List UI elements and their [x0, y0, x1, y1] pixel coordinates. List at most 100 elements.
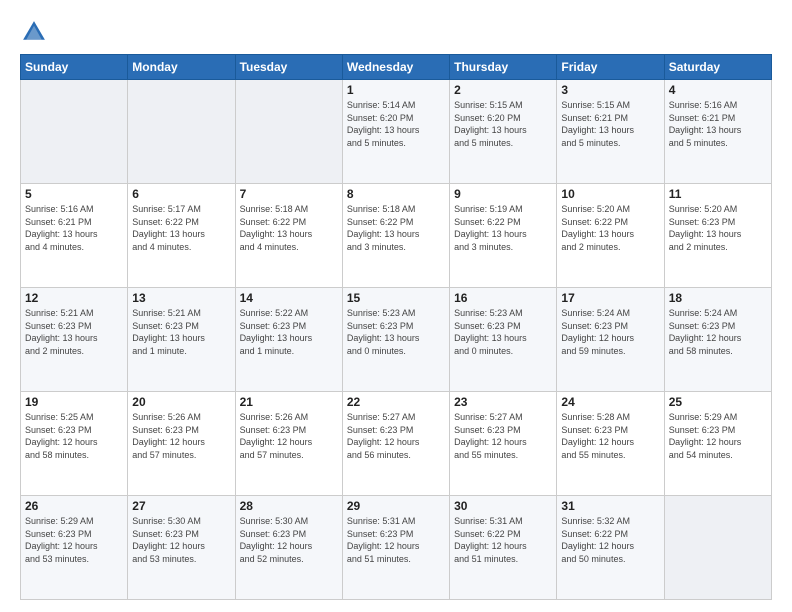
- day-number: 18: [669, 291, 767, 305]
- calendar-cell: 15 Sunrise: 5:23 AM Sunset: 6:23 PM Dayli…: [342, 288, 449, 392]
- day-info: Sunrise: 5:27 AM Sunset: 6:23 PM Dayligh…: [454, 411, 552, 461]
- weekday-header: Friday: [557, 55, 664, 80]
- calendar-cell: 26 Sunrise: 5:29 AM Sunset: 6:23 PM Dayli…: [21, 496, 128, 600]
- day-number: 14: [240, 291, 338, 305]
- calendar-header: SundayMondayTuesdayWednesdayThursdayFrid…: [21, 55, 772, 80]
- calendar-cell: 27Sunrise: 5:30 AM Sunset: 6:23 PM Dayli…: [128, 496, 235, 600]
- day-number: 16: [454, 291, 552, 305]
- day-number: 10: [561, 187, 659, 201]
- calendar-cell: 21 Sunrise: 5:26 AM Sunset: 6:23 PM Dayli…: [235, 392, 342, 496]
- calendar-cell: 14Sunrise: 5:22 AM Sunset: 6:23 PM Dayli…: [235, 288, 342, 392]
- logo: [20, 18, 52, 46]
- day-info: Sunrise: 5:24 AM Sunset: 6:23 PM Dayligh…: [561, 307, 659, 357]
- day-number: 31: [561, 499, 659, 513]
- weekday-header: Tuesday: [235, 55, 342, 80]
- day-info: Sunrise: 5:32 AM Sunset: 6:22 PM Dayligh…: [561, 515, 659, 565]
- day-info: Sunrise: 5:19 AM Sunset: 6:22 PM Dayligh…: [454, 203, 552, 253]
- day-info: Sunrise: 5:25 AM Sunset: 6:23 PM Dayligh…: [25, 411, 123, 461]
- day-number: 17: [561, 291, 659, 305]
- calendar-cell: 11 Sunrise: 5:20 AM Sunset: 6:23 PM Dayli…: [664, 184, 771, 288]
- calendar-cell: 24Sunrise: 5:28 AM Sunset: 6:23 PM Dayli…: [557, 392, 664, 496]
- day-info: Sunrise: 5:29 AM Sunset: 6:23 PM Dayligh…: [669, 411, 767, 461]
- calendar-cell: 13 Sunrise: 5:21 AM Sunset: 6:23 PM Dayli…: [128, 288, 235, 392]
- day-number: 5: [25, 187, 123, 201]
- day-info: Sunrise: 5:23 AM Sunset: 6:23 PM Dayligh…: [454, 307, 552, 357]
- header: [20, 18, 772, 46]
- calendar-cell: 28 Sunrise: 5:30 AM Sunset: 6:23 PM Dayli…: [235, 496, 342, 600]
- calendar-body: 1Sunrise: 5:14 AM Sunset: 6:20 PM Daylig…: [21, 80, 772, 600]
- calendar-cell: 4Sunrise: 5:16 AM Sunset: 6:21 PM Daylig…: [664, 80, 771, 184]
- day-number: 29: [347, 499, 445, 513]
- calendar-week-row: 19 Sunrise: 5:25 AM Sunset: 6:23 PM Dayli…: [21, 392, 772, 496]
- day-number: 23: [454, 395, 552, 409]
- calendar-cell: 9 Sunrise: 5:19 AM Sunset: 6:22 PM Daylig…: [450, 184, 557, 288]
- calendar-cell: 10 Sunrise: 5:20 AM Sunset: 6:22 PM Dayli…: [557, 184, 664, 288]
- day-number: 11: [669, 187, 767, 201]
- calendar-cell: 5Sunrise: 5:16 AM Sunset: 6:21 PM Daylig…: [21, 184, 128, 288]
- day-number: 13: [132, 291, 230, 305]
- calendar-cell: 2Sunrise: 5:15 AM Sunset: 6:20 PM Daylig…: [450, 80, 557, 184]
- day-info: Sunrise: 5:27 AM Sunset: 6:23 PM Dayligh…: [347, 411, 445, 461]
- calendar-cell: [128, 80, 235, 184]
- day-info: Sunrise: 5:31 AM Sunset: 6:22 PM Dayligh…: [454, 515, 552, 565]
- weekday-row: SundayMondayTuesdayWednesdayThursdayFrid…: [21, 55, 772, 80]
- day-number: 19: [25, 395, 123, 409]
- calendar-cell: 3 Sunrise: 5:15 AM Sunset: 6:21 PM Daylig…: [557, 80, 664, 184]
- calendar-cell: 30 Sunrise: 5:31 AM Sunset: 6:22 PM Dayli…: [450, 496, 557, 600]
- calendar-cell: 8 Sunrise: 5:18 AM Sunset: 6:22 PM Daylig…: [342, 184, 449, 288]
- day-info: Sunrise: 5:31 AM Sunset: 6:23 PM Dayligh…: [347, 515, 445, 565]
- weekday-header: Thursday: [450, 55, 557, 80]
- day-number: 8: [347, 187, 445, 201]
- day-number: 22: [347, 395, 445, 409]
- calendar-week-row: 12 Sunrise: 5:21 AM Sunset: 6:23 PM Dayli…: [21, 288, 772, 392]
- day-info: Sunrise: 5:30 AM Sunset: 6:23 PM Dayligh…: [240, 515, 338, 565]
- day-info: Sunrise: 5:26 AM Sunset: 6:23 PM Dayligh…: [240, 411, 338, 461]
- calendar-cell: 16 Sunrise: 5:23 AM Sunset: 6:23 PM Dayli…: [450, 288, 557, 392]
- calendar-cell: 20 Sunrise: 5:26 AM Sunset: 6:23 PM Dayli…: [128, 392, 235, 496]
- day-info: Sunrise: 5:18 AM Sunset: 6:22 PM Dayligh…: [240, 203, 338, 253]
- day-info: Sunrise: 5:14 AM Sunset: 6:20 PM Dayligh…: [347, 99, 445, 149]
- day-info: Sunrise: 5:18 AM Sunset: 6:22 PM Dayligh…: [347, 203, 445, 253]
- day-number: 21: [240, 395, 338, 409]
- calendar-cell: [664, 496, 771, 600]
- day-number: 7: [240, 187, 338, 201]
- logo-icon: [20, 18, 48, 46]
- calendar-cell: 7 Sunrise: 5:18 AM Sunset: 6:22 PM Daylig…: [235, 184, 342, 288]
- calendar-cell: [235, 80, 342, 184]
- calendar-cell: [21, 80, 128, 184]
- calendar-cell: 25 Sunrise: 5:29 AM Sunset: 6:23 PM Dayli…: [664, 392, 771, 496]
- day-info: Sunrise: 5:15 AM Sunset: 6:21 PM Dayligh…: [561, 99, 659, 149]
- day-number: 15: [347, 291, 445, 305]
- day-number: 20: [132, 395, 230, 409]
- calendar-cell: 22 Sunrise: 5:27 AM Sunset: 6:23 PM Dayli…: [342, 392, 449, 496]
- page: SundayMondayTuesdayWednesdayThursdayFrid…: [0, 0, 792, 612]
- calendar-cell: 17 Sunrise: 5:24 AM Sunset: 6:23 PM Dayli…: [557, 288, 664, 392]
- day-number: 25: [669, 395, 767, 409]
- weekday-header: Sunday: [21, 55, 128, 80]
- day-number: 12: [25, 291, 123, 305]
- day-info: Sunrise: 5:28 AM Sunset: 6:23 PM Dayligh…: [561, 411, 659, 461]
- calendar-cell: 31 Sunrise: 5:32 AM Sunset: 6:22 PM Dayli…: [557, 496, 664, 600]
- calendar-cell: 18Sunrise: 5:24 AM Sunset: 6:23 PM Dayli…: [664, 288, 771, 392]
- day-info: Sunrise: 5:26 AM Sunset: 6:23 PM Dayligh…: [132, 411, 230, 461]
- calendar-cell: 6 Sunrise: 5:17 AM Sunset: 6:22 PM Daylig…: [128, 184, 235, 288]
- calendar-table: SundayMondayTuesdayWednesdayThursdayFrid…: [20, 54, 772, 600]
- day-number: 30: [454, 499, 552, 513]
- day-number: 28: [240, 499, 338, 513]
- day-info: Sunrise: 5:16 AM Sunset: 6:21 PM Dayligh…: [669, 99, 767, 149]
- day-number: 26: [25, 499, 123, 513]
- day-info: Sunrise: 5:29 AM Sunset: 6:23 PM Dayligh…: [25, 515, 123, 565]
- day-info: Sunrise: 5:20 AM Sunset: 6:23 PM Dayligh…: [669, 203, 767, 253]
- day-number: 2: [454, 83, 552, 97]
- day-info: Sunrise: 5:17 AM Sunset: 6:22 PM Dayligh…: [132, 203, 230, 253]
- day-info: Sunrise: 5:20 AM Sunset: 6:22 PM Dayligh…: [561, 203, 659, 253]
- day-number: 6: [132, 187, 230, 201]
- day-number: 3: [561, 83, 659, 97]
- day-info: Sunrise: 5:21 AM Sunset: 6:23 PM Dayligh…: [132, 307, 230, 357]
- day-info: Sunrise: 5:23 AM Sunset: 6:23 PM Dayligh…: [347, 307, 445, 357]
- day-number: 9: [454, 187, 552, 201]
- weekday-header: Saturday: [664, 55, 771, 80]
- calendar-week-row: 26 Sunrise: 5:29 AM Sunset: 6:23 PM Dayli…: [21, 496, 772, 600]
- calendar-week-row: 1Sunrise: 5:14 AM Sunset: 6:20 PM Daylig…: [21, 80, 772, 184]
- weekday-header: Monday: [128, 55, 235, 80]
